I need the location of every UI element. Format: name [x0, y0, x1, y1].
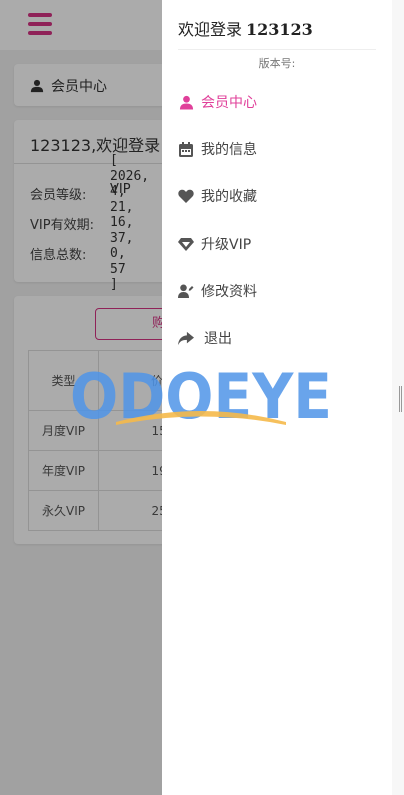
version-label: 版本号:	[258, 57, 296, 70]
watermark-text: ODOEYE	[70, 362, 332, 432]
share-arrow-icon	[178, 330, 194, 346]
right-edge	[392, 0, 404, 795]
user-icon	[178, 94, 194, 110]
nav-item-member-center[interactable]: 会员中心	[178, 90, 257, 114]
heart-icon	[178, 188, 194, 204]
watermark-logo: ODOEYE	[70, 362, 332, 432]
divider	[178, 49, 376, 50]
nav-item-edit-profile[interactable]: 修改资料	[178, 279, 257, 303]
nav-item-my-favorites[interactable]: 我的收藏	[178, 184, 257, 208]
nav-item-logout[interactable]: 退出	[178, 326, 232, 350]
drawer-username: 123123	[246, 20, 313, 39]
user-edit-icon	[178, 283, 194, 299]
drag-handle[interactable]	[399, 386, 402, 412]
diamond-icon	[178, 236, 194, 252]
drawer-title: 欢迎登录 123123	[178, 20, 313, 39]
nav-item-upgrade-vip[interactable]: 升级VIP	[178, 232, 251, 256]
calendar-icon	[178, 141, 194, 157]
nav-item-my-info[interactable]: 我的信息	[178, 137, 257, 161]
